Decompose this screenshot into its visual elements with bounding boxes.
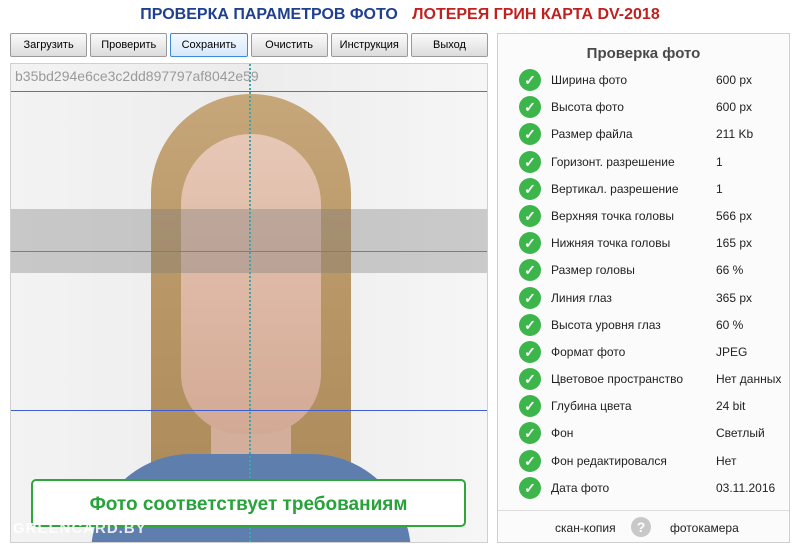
check-label: Высота уровня глаз bbox=[551, 317, 661, 332]
check-label: Цветовое пространство bbox=[551, 372, 684, 387]
check-circle-icon: ✓ bbox=[519, 340, 541, 363]
camera-label: фотокамера bbox=[670, 521, 739, 535]
check-circle-icon: ✓ bbox=[519, 259, 541, 282]
photo-preview: b35bd294e6ce3c2dd897797af8042e59 Фото со… bbox=[10, 63, 488, 543]
check-value: JPEG bbox=[716, 344, 748, 359]
check-circle-icon: ✓ bbox=[519, 422, 541, 445]
check-label: Формат фото bbox=[551, 344, 626, 359]
clear-button[interactable]: Очистить bbox=[250, 33, 328, 57]
check-value: 600 px bbox=[716, 100, 753, 115]
check-row: ✓ Высота фото 600 px bbox=[498, 94, 789, 121]
check-value: Нет данных bbox=[716, 372, 782, 387]
check-label: Линия глаз bbox=[551, 290, 612, 305]
check-value: 600 px bbox=[716, 73, 753, 87]
check-label: Фон редактировался bbox=[551, 453, 667, 468]
check-row: ✓ Верхняя точка головы 566 px bbox=[498, 203, 789, 230]
panel-footer: скан-копия ? фотокамера bbox=[498, 510, 789, 544]
title-check-params: ПРОВЕРКА ПАРАМЕТРОВ ФОТО bbox=[140, 6, 398, 23]
check-circle-icon: ✓ bbox=[519, 232, 541, 255]
check-circle-icon: ✓ bbox=[519, 123, 541, 146]
watermark: GREENCARD.BY bbox=[13, 520, 147, 537]
save-button[interactable]: Сохранить bbox=[170, 33, 248, 57]
check-row: ✓ Горизонт. разрешение 1 bbox=[498, 149, 789, 176]
check-value: 60 % bbox=[716, 317, 744, 332]
check-label: Горизонт. разрешение bbox=[551, 154, 675, 169]
check-value: Нет bbox=[716, 453, 737, 468]
check-circle-icon: ✓ bbox=[519, 69, 541, 91]
check-circle-icon: ✓ bbox=[519, 96, 541, 119]
check-row: ✓ Нижняя точка головы 165 px bbox=[498, 230, 789, 257]
check-value: 24 bit bbox=[716, 399, 746, 414]
check-value: 365 px bbox=[716, 290, 753, 305]
check-row: ✓ Дата фото 03.11.2016 bbox=[498, 475, 789, 502]
check-row: ✓ Вертикал. разрешение 1 bbox=[498, 176, 789, 203]
check-label: Высота фото bbox=[551, 100, 624, 115]
check-button[interactable]: Проверить bbox=[90, 33, 168, 57]
photo-hash: b35bd294e6ce3c2dd897797af8042e59 bbox=[15, 68, 259, 84]
check-value: 1 bbox=[716, 154, 723, 169]
scan-copy-label: скан-копия bbox=[555, 521, 616, 535]
check-label: Ширина фото bbox=[551, 73, 628, 87]
check-row: ✓ Размер файла 211 Kb bbox=[498, 121, 789, 148]
check-label: Вертикал. разрешение bbox=[551, 181, 679, 196]
check-row: ✓ Размер головы 66 % bbox=[498, 257, 789, 284]
check-label: Дата фото bbox=[551, 480, 610, 495]
check-label: Размер головы bbox=[551, 263, 635, 278]
check-circle-icon: ✓ bbox=[519, 204, 541, 227]
panel-title: Проверка фото bbox=[586, 45, 701, 62]
check-row: ✓ Формат фото JPEG bbox=[498, 339, 789, 366]
page-title: ПРОВЕРКА ПАРАМЕТРОВ ФОТО ЛОТЕРЕЯ ГРИН КА… bbox=[0, 6, 800, 24]
check-label: Размер файла bbox=[551, 127, 633, 142]
check-circle-icon: ✓ bbox=[519, 449, 541, 472]
check-label: Верхняя точка головы bbox=[551, 208, 675, 223]
check-value: 03.11.2016 bbox=[716, 480, 776, 495]
photo-face bbox=[181, 134, 321, 434]
check-value: 566 px bbox=[716, 208, 753, 223]
check-label: Фон bbox=[551, 426, 574, 441]
check-panel: Проверка фото ✓ Ширина фото 600 px ✓ Высота… bbox=[497, 33, 790, 543]
check-row: ✓ Высота уровня глаз 60 % bbox=[498, 312, 789, 339]
check-label: Нижняя точка головы bbox=[551, 236, 671, 251]
toolbar: Загрузить Проверить Сохранить Очистить И… bbox=[10, 33, 489, 57]
help-icon[interactable]: ? bbox=[631, 517, 651, 537]
check-label: Глубина цвета bbox=[551, 399, 632, 414]
check-circle-icon: ✓ bbox=[519, 476, 541, 499]
check-row: ✓ Ширина фото 600 px bbox=[498, 67, 789, 94]
title-lottery: ЛОТЕРЕЯ ГРИН КАРТА DV-2018 bbox=[412, 6, 660, 23]
instruction-button[interactable]: Инструкция bbox=[330, 33, 408, 57]
check-row: ✓ Фон Светлый bbox=[498, 420, 789, 447]
check-value: Светлый bbox=[716, 426, 765, 441]
check-row: ✓ Фон редактировался Нет bbox=[498, 448, 789, 475]
check-circle-icon: ✓ bbox=[519, 177, 541, 200]
check-circle-icon: ✓ bbox=[519, 395, 541, 418]
center-guide-line bbox=[249, 64, 251, 542]
check-value: 165 px bbox=[716, 236, 753, 251]
check-circle-icon: ✓ bbox=[519, 368, 541, 391]
check-value: 1 bbox=[716, 181, 723, 196]
check-circle-icon: ✓ bbox=[519, 313, 541, 336]
check-list: ✓ Ширина фото 600 px ✓ Высота фото 600 px ✓ Р… bbox=[498, 67, 789, 502]
exit-button[interactable]: Выход bbox=[410, 33, 489, 57]
check-row: ✓ Цветовое пространство Нет данных bbox=[498, 366, 789, 393]
load-button[interactable]: Загрузить bbox=[10, 33, 88, 57]
check-row: ✓ Глубина цвета 24 bit bbox=[498, 393, 789, 420]
check-row: ✓ Линия глаз 365 px bbox=[498, 285, 789, 312]
check-circle-icon: ✓ bbox=[519, 150, 541, 173]
check-value: 66 % bbox=[716, 263, 744, 278]
check-value: 211 Kb bbox=[716, 127, 754, 142]
check-circle-icon: ✓ bbox=[519, 286, 541, 309]
